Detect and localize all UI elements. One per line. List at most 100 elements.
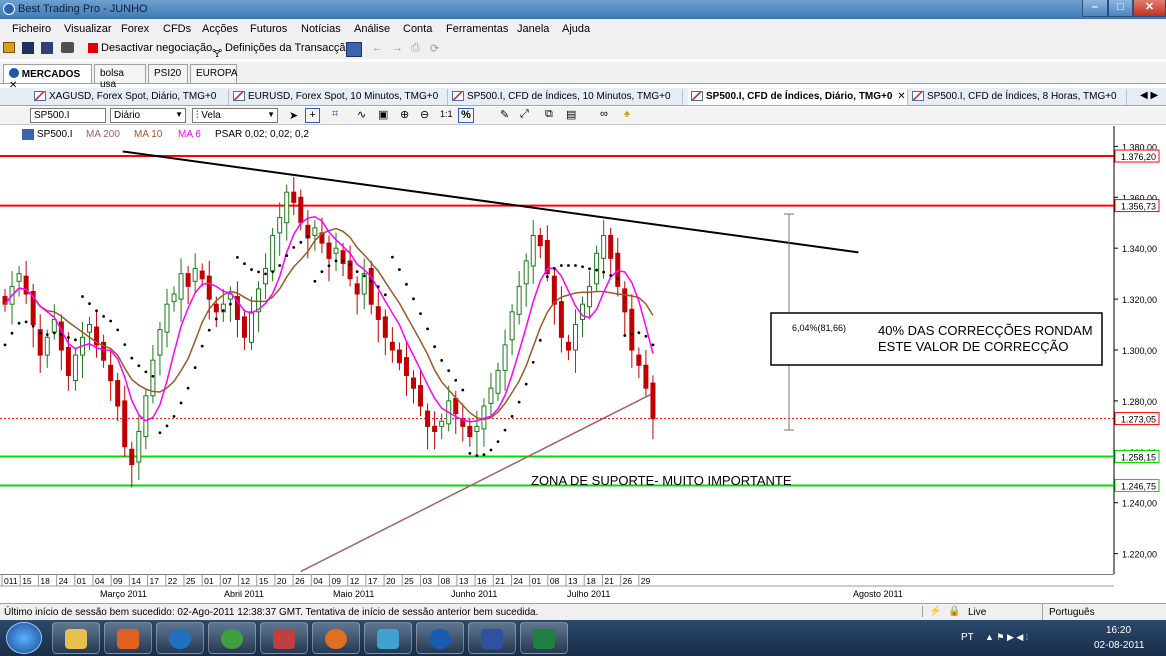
level-label: 1.246,75 bbox=[1121, 482, 1156, 492]
status-message: Último início de sessão bem sucedido: 02… bbox=[4, 607, 539, 618]
draw-tools-icon[interactable]: ⌗ bbox=[332, 108, 338, 121]
close-tab-icon[interactable]: ✕ bbox=[897, 91, 905, 102]
zoom-in-icon[interactable]: ⊕ bbox=[400, 108, 409, 121]
taskbar-messenger[interactable] bbox=[364, 622, 412, 654]
taskbar-excel[interactable] bbox=[520, 622, 568, 654]
link-icon[interactable]: ∞ bbox=[600, 108, 608, 120]
save-icon[interactable] bbox=[22, 42, 34, 54]
menu-visualizar[interactable]: Visualizar bbox=[64, 23, 112, 35]
clock-date[interactable]: 02-08-2011 bbox=[1094, 640, 1144, 651]
language-label[interactable]: Português bbox=[1042, 604, 1101, 621]
menu-noticias[interactable]: Notícias bbox=[301, 23, 341, 35]
transaction-settings-button[interactable]: Definições da Transacção bbox=[225, 42, 352, 54]
indicators-icon[interactable]: ∿ bbox=[357, 108, 366, 121]
chart-tab-sp500-10min[interactable]: SP500.I, CFD de Índices, 10 Minutos, TMG… bbox=[449, 89, 683, 105]
period-value: Diário bbox=[114, 110, 141, 121]
cursor-icon[interactable]: ➤ bbox=[289, 109, 298, 122]
chart-tab-sp500-daily[interactable]: SP500.I, CFD de Índices, Diário, TMG+0 ✕ bbox=[688, 89, 908, 105]
zoom-out-icon[interactable]: ⊖ bbox=[420, 108, 429, 121]
psar-dot bbox=[243, 262, 246, 266]
price-chart[interactable]: 1.380,001.360,001.340,001.320,001.300,00… bbox=[0, 126, 1166, 574]
menu-conta[interactable]: Conta bbox=[403, 23, 432, 35]
fibonacci-icon[interactable]: ⤢ bbox=[520, 108, 529, 121]
x-month-label: Abril 2011 bbox=[224, 589, 264, 599]
psar-dot bbox=[3, 343, 7, 347]
menu-bar: Ficheiro Visualizar Forex CFDs Acções Fu… bbox=[0, 19, 1166, 39]
candle-body bbox=[312, 227, 318, 236]
back-arrow-icon[interactable]: ← bbox=[372, 42, 383, 54]
psar-dot bbox=[179, 401, 183, 405]
chart-tab-xagusd[interactable]: XAGUSD, Forex Spot, Diário, TMG+0 bbox=[31, 89, 229, 105]
taskbar-media[interactable] bbox=[104, 622, 152, 654]
symbol-input[interactable]: SP500.I bbox=[30, 108, 106, 123]
tab-psi20[interactable]: PSI20 bbox=[148, 64, 188, 83]
menu-ferramentas[interactable]: Ferramentas bbox=[446, 23, 508, 35]
psar-dot bbox=[419, 312, 422, 315]
percent-icon[interactable]: % bbox=[458, 108, 474, 123]
menu-cfds[interactable]: CFDs bbox=[163, 23, 191, 35]
chart-type-select[interactable]: ⫶ Vela ▼ bbox=[192, 108, 278, 123]
x-day-label: 24 bbox=[513, 576, 523, 586]
taskbar-firefox[interactable] bbox=[312, 622, 360, 654]
save-all-icon[interactable] bbox=[41, 42, 53, 54]
minimize-button[interactable]: – bbox=[1082, 0, 1108, 17]
y-tick-label: 1.340,00 bbox=[1122, 244, 1157, 254]
alert-icon[interactable]: ♠ bbox=[624, 108, 630, 120]
language-indicator[interactable]: PT bbox=[961, 632, 974, 643]
candle-body bbox=[608, 234, 614, 259]
refresh-icon[interactable]: ⟳ bbox=[430, 42, 439, 55]
taskbar-explorer[interactable] bbox=[52, 622, 100, 654]
x-day-label: 22 bbox=[168, 576, 178, 586]
chart-tabs: XAGUSD, Forex Spot, Diário, TMG+0 EURUSD… bbox=[0, 88, 1166, 106]
menu-janela[interactable]: Janela bbox=[517, 23, 549, 35]
menu-accoes[interactable]: Acções bbox=[202, 23, 238, 35]
forward-arrow-icon[interactable]: → bbox=[392, 42, 403, 54]
tab-mercados[interactable]: MERCADOS ✕ bbox=[3, 64, 92, 91]
tab-bolsa-usa[interactable]: bolsa usa bbox=[94, 64, 146, 90]
taskbar-app[interactable] bbox=[468, 622, 516, 654]
taskbar-utorrent[interactable] bbox=[208, 622, 256, 654]
maximize-button[interactable]: □ bbox=[1108, 0, 1133, 17]
period-select[interactable]: Diário ▼ bbox=[110, 108, 186, 123]
candle-body bbox=[284, 191, 290, 224]
layout-icon[interactable] bbox=[346, 42, 362, 57]
template-icon[interactable]: ▤ bbox=[566, 108, 576, 121]
x-day-label: 24 bbox=[59, 576, 69, 586]
menu-forex[interactable]: Forex bbox=[121, 23, 149, 35]
chart-tab-eurusd[interactable]: EURUSD, Forex Spot, 10 Minutos, TMG+0 bbox=[230, 89, 448, 105]
taskbar-paint[interactable] bbox=[260, 622, 308, 654]
chart-tab-sp500-8h[interactable]: SP500.I, CFD de Índices, 8 Horas, TMG+0 bbox=[909, 89, 1127, 105]
scale-icon[interactable]: 1:1 bbox=[440, 109, 453, 119]
candle-body bbox=[122, 400, 128, 448]
chart-area[interactable]: SP500.I MA 200 MA 10 MA 6 PSAR 0,02; 0,0… bbox=[0, 126, 1166, 574]
y-tick-label: 1.240,00 bbox=[1122, 499, 1157, 509]
candle-body bbox=[270, 234, 276, 272]
deactivate-trading-button[interactable]: Desactivar negociação bbox=[101, 42, 212, 54]
x-day-label: 29 bbox=[641, 576, 651, 586]
psar-dot bbox=[214, 317, 218, 321]
taskbar-besttrading[interactable] bbox=[416, 622, 464, 654]
print-preview-icon[interactable]: ⎙ bbox=[411, 42, 420, 55]
menu-ajuda[interactable]: Ajuda bbox=[562, 23, 590, 35]
clock-time[interactable]: 16:20 bbox=[1106, 625, 1131, 636]
close-button[interactable]: ✕ bbox=[1133, 0, 1166, 17]
tray-icons[interactable]: ▲ ⚑ ▶ ◀ ⦙ bbox=[985, 632, 1028, 643]
crosshair-icon[interactable]: + bbox=[305, 108, 320, 123]
menu-ficheiro[interactable]: Ficheiro bbox=[12, 23, 51, 35]
tab-europa[interactable]: EUROPA bbox=[190, 64, 238, 83]
drawing-icon[interactable]: ✎ bbox=[500, 108, 509, 121]
print-icon[interactable] bbox=[61, 42, 74, 53]
window-title: Best Trading Pro - JUNHO bbox=[18, 3, 148, 15]
start-button[interactable] bbox=[6, 622, 42, 654]
menu-futuros[interactable]: Futuros bbox=[250, 23, 287, 35]
scroll-tabs-icon[interactable]: ◀ ▶ bbox=[1140, 90, 1158, 101]
candle-body bbox=[206, 275, 212, 300]
taskbar-hp[interactable] bbox=[156, 622, 204, 654]
menu-analise[interactable]: Análise bbox=[354, 23, 390, 35]
connection-icon[interactable]: ⚡ bbox=[922, 606, 941, 617]
annotation-line-2: ESTE VALOR DE CORRECÇÃO bbox=[878, 339, 1068, 354]
open-folder-icon[interactable] bbox=[3, 42, 15, 53]
objects-icon[interactable]: ▣ bbox=[378, 108, 388, 121]
x-day-label: 03 bbox=[422, 576, 432, 586]
copy-icon[interactable]: ⧉ bbox=[545, 108, 553, 121]
